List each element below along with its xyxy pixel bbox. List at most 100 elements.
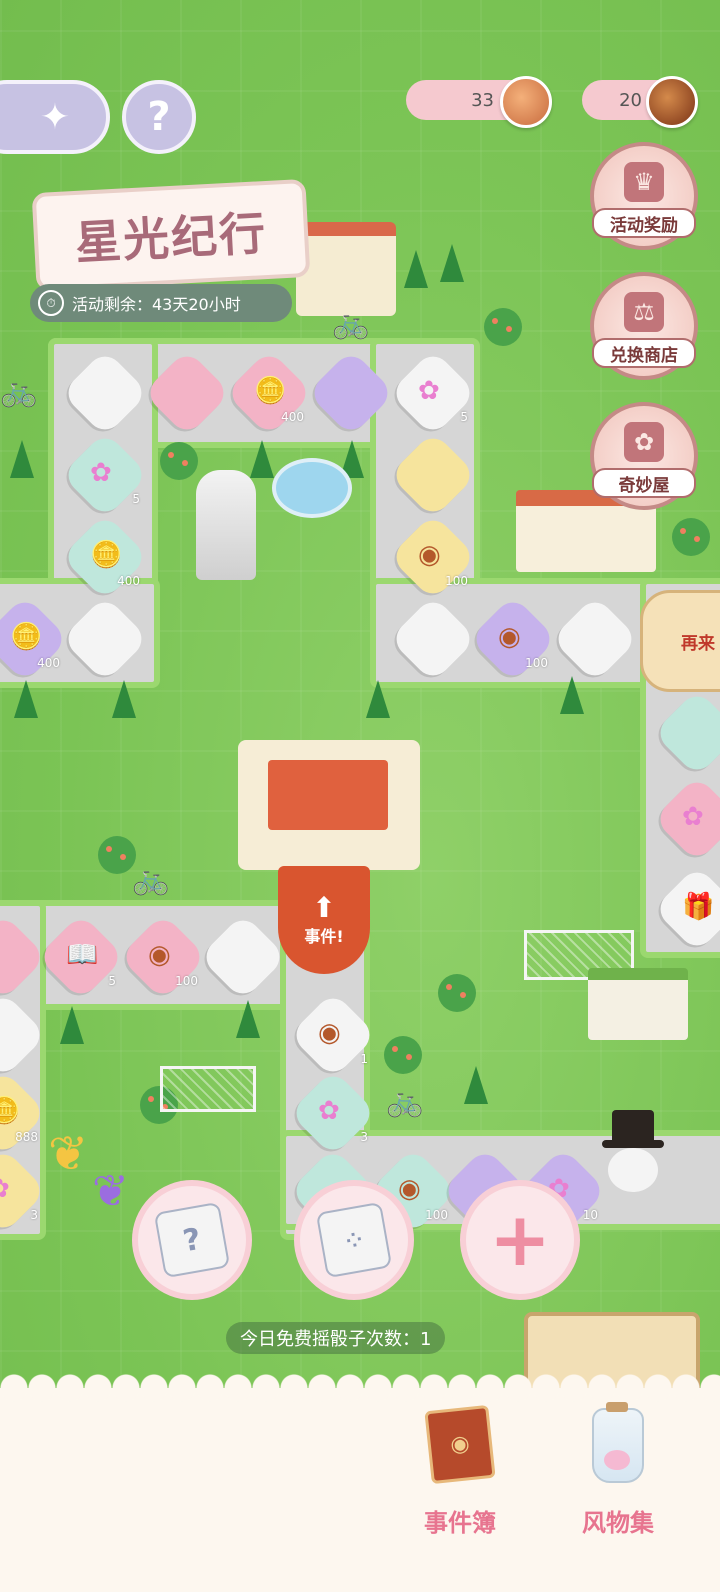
- fruit-tree: [438, 974, 476, 1012]
- board-tile: ◉ 1: [289, 991, 377, 1079]
- board-tile-amount: 1: [360, 1052, 368, 1066]
- event-sign-label: 事件!: [304, 927, 344, 946]
- compass-star-icon: ✦: [39, 96, 71, 138]
- event-book-button[interactable]: ◉ 事件簿: [412, 1404, 508, 1538]
- plus-icon: +: [488, 1197, 551, 1283]
- gold-coins-icon: 🪙: [10, 622, 43, 652]
- board-tile: ◉ 100: [469, 595, 557, 683]
- fruit-tree: [98, 836, 136, 874]
- normal-dice-button[interactable]: ⁘: [294, 1180, 414, 1300]
- bicycle-icon: 🚲: [0, 374, 38, 409]
- board-tile: [653, 689, 720, 777]
- board-tile: 📖 5: [37, 913, 125, 1001]
- board-tile-base: [389, 431, 477, 519]
- event-sign[interactable]: ⬆ 事件!: [278, 866, 370, 974]
- pine-tree: [10, 440, 34, 478]
- market-stall: [588, 968, 688, 1040]
- event-book-label: 事件簿: [424, 1509, 496, 1537]
- board-tile-base: [389, 595, 477, 683]
- board-tile: ✿3: [289, 1069, 377, 1157]
- bicycle-icon: 🚲: [386, 1084, 424, 1119]
- board-tile-amount: 400: [281, 410, 304, 424]
- event-title: 星光纪行: [73, 206, 269, 270]
- board-tile-amount: 5: [132, 492, 140, 506]
- pine-tree: [60, 1006, 84, 1044]
- bronze-coin-icon: ◉: [318, 1018, 341, 1048]
- board-tile-base: [551, 595, 639, 683]
- book-icon: 📖: [66, 940, 99, 970]
- gift-icon: 🎁: [682, 892, 715, 922]
- board-tile-base: [61, 595, 149, 683]
- fruit-tree: [160, 442, 198, 480]
- again-barrel[interactable]: 再来: [640, 590, 720, 692]
- bronze-coin-icon: ◉: [418, 540, 441, 570]
- add-dice-button[interactable]: +: [460, 1180, 580, 1300]
- board-tile-amount: 400: [117, 574, 140, 588]
- random-dice-button[interactable]: ?: [132, 1180, 252, 1300]
- reward-label: 活动奖励: [592, 208, 696, 238]
- help-button[interactable]: ?: [122, 80, 196, 154]
- board-tile: ✿ 5: [61, 431, 149, 519]
- board-tile: [199, 913, 287, 1001]
- rainbow-flower-icon: ✿: [0, 1174, 10, 1204]
- butterfly-purple-icon: ❦: [92, 1166, 129, 1217]
- rainbow-flower-icon: ✿: [682, 802, 704, 832]
- pine-tree: [366, 680, 390, 718]
- board-tile-base: [61, 349, 149, 437]
- random-dice-icon: ?: [153, 1201, 231, 1279]
- board-tile: 🪙 400: [61, 513, 149, 601]
- pine-tree: [464, 1066, 488, 1104]
- board-tile-amount: 888: [15, 1130, 38, 1144]
- clock-icon: ⏱: [38, 290, 64, 316]
- board-tile: [61, 595, 149, 683]
- magic-flower-icon: ✿: [624, 422, 664, 462]
- theatre-stage: [238, 740, 420, 870]
- board-tile-amount: 3: [30, 1208, 38, 1222]
- shop-label: 兑换商店: [592, 338, 696, 368]
- pine-tree: [236, 1000, 260, 1038]
- board-tile: [389, 595, 477, 683]
- pine-tree: [14, 680, 38, 718]
- pine-tree: [440, 244, 464, 282]
- board-tile-base: [0, 991, 47, 1079]
- board-tile: 🪙 888: [0, 1069, 47, 1157]
- fruit-tree: [484, 308, 522, 346]
- board-tile: [143, 349, 231, 437]
- board-tile-base: [143, 349, 231, 437]
- collection-label: 风物集: [582, 1509, 654, 1537]
- board-tile-amount: 5: [460, 410, 468, 424]
- free-rolls-counter: 今日免费摇骰子次数：1: [226, 1322, 446, 1354]
- rainbow-flower-icon: ✿: [318, 1096, 340, 1126]
- board-tile: [61, 349, 149, 437]
- board-tile-base: [307, 349, 395, 437]
- board-tile-base: [653, 689, 720, 777]
- fountain: [272, 458, 352, 518]
- collection-jar-icon: [592, 1402, 644, 1483]
- question-mark-icon: ?: [147, 94, 171, 140]
- station-building: [296, 222, 396, 316]
- resource-b-value: 20: [619, 89, 642, 111]
- statue: [196, 470, 256, 580]
- collection-button[interactable]: 风物集: [570, 1402, 666, 1538]
- board-tile-base: [199, 913, 287, 1001]
- bronze-coin-icon: [500, 76, 552, 128]
- bronze-coin-icon: ◉: [148, 940, 171, 970]
- board-tile-amount: 10: [582, 1208, 598, 1222]
- shop-button[interactable]: ⚖ 兑换商店: [590, 272, 698, 380]
- event-timer: ⏱ 活动剩余：43天20小时: [30, 284, 292, 322]
- again-barrel-label: 再来: [681, 633, 715, 654]
- board-tile: 🎁: [653, 865, 720, 953]
- board-tile-amount: 100: [445, 574, 468, 588]
- back-button[interactable]: ✦: [0, 80, 110, 154]
- board-tile: ✿: [653, 775, 720, 863]
- trophy-icon: ♛: [624, 162, 664, 202]
- bronze-coin-icon: ◉: [398, 1174, 421, 1204]
- reward-button[interactable]: ♛ 活动奖励: [590, 142, 698, 250]
- board-tile: ◉ 100: [119, 913, 207, 1001]
- dice-icon: ⁘: [315, 1201, 393, 1279]
- magic-house-button[interactable]: ✿ 奇妙屋: [590, 402, 698, 510]
- scales-icon: ⚖: [624, 292, 664, 332]
- board-tile: 🪙 400: [0, 595, 69, 683]
- board-tile-amount: 3: [360, 1130, 368, 1144]
- up-arrow-icon: ⬆: [312, 891, 336, 924]
